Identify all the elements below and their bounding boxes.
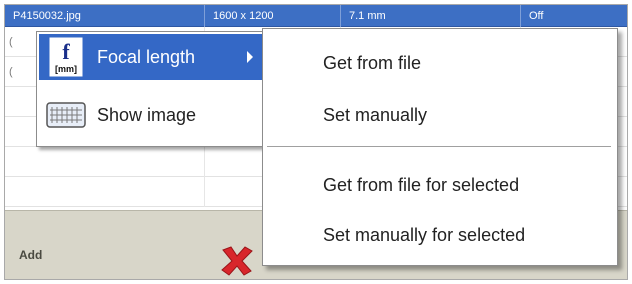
submenu-item-set-manually-selected[interactable]: Set manually for selected (323, 225, 525, 246)
focal-length-submenu: Get from file Set manually Get from file… (262, 28, 618, 266)
column-header-filename[interactable]: P4150032.jpg (5, 5, 205, 27)
submenu-item-get-from-file-selected[interactable]: Get from file for selected (323, 175, 519, 196)
table-header: P4150032.jpg 1600 x 1200 7.1 mm Off (5, 5, 627, 27)
menu-item-show-image[interactable]: Show image (39, 92, 263, 138)
add-button[interactable]: Add (19, 248, 42, 262)
table-cell (5, 147, 205, 177)
column-header-dimensions[interactable]: 1600 x 1200 (205, 5, 341, 27)
screenshot-stage: P4150032.jpg 1600 x 1200 7.1 mm Off ( ( (0, 0, 632, 284)
column-header-status[interactable]: Off (521, 5, 627, 27)
focal-length-icon-letter: f (62, 39, 70, 64)
submenu-item-set-manually[interactable]: Set manually (323, 105, 427, 126)
table-cell (5, 177, 205, 207)
image-grid-icon (39, 92, 93, 138)
focal-length-icon-unit: [mm] (55, 64, 77, 74)
column-header-focal-length[interactable]: 7.1 mm (341, 5, 521, 27)
submenu-item-get-from-file[interactable]: Get from file (323, 53, 421, 74)
menu-item-label: Focal length (97, 46, 196, 67)
menu-item-label: Show image (97, 104, 197, 125)
submenu-separator (267, 146, 611, 148)
menu-item-focal-length[interactable]: f [mm] Focal length (39, 34, 263, 80)
context-menu: f [mm] Focal length Show image (36, 31, 266, 147)
focal-length-icon: f [mm] (39, 34, 93, 80)
submenu-arrow-icon (247, 51, 253, 63)
remove-icon[interactable] (219, 244, 255, 278)
